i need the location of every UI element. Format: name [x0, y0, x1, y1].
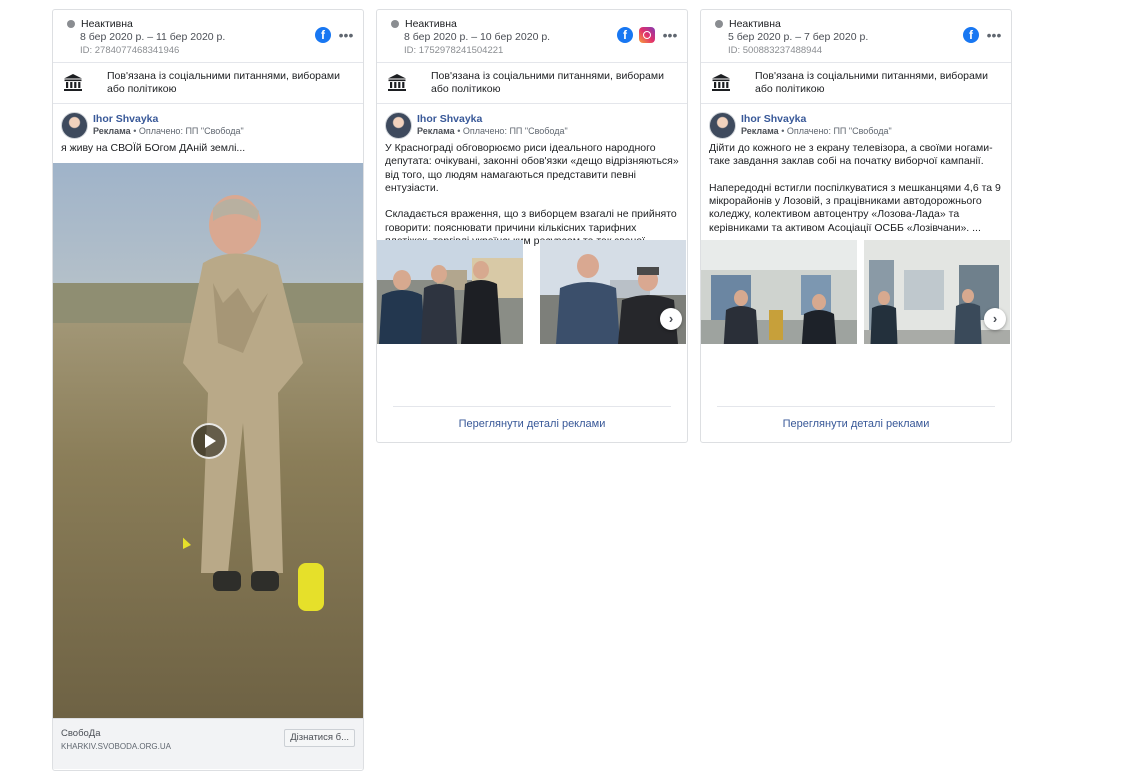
ad-dates: 8 бер 2020 р. – 10 бер 2020 р.	[404, 31, 551, 43]
avatar[interactable]	[61, 112, 88, 139]
ad-video[interactable]	[53, 163, 363, 718]
status-dot-icon	[391, 20, 399, 28]
ad-id: ID: 500883237488944	[728, 45, 823, 56]
status-dot-icon	[67, 20, 75, 28]
ad-sponsor: Реклама • Оплачено: ПП "Свобода"	[741, 126, 892, 136]
carousel-image[interactable]	[864, 240, 1010, 344]
ad-header: Неактивна 5 бер 2020 р. – 7 бер 2020 р. …	[701, 10, 1011, 63]
ad-author: Ihor Shvayka Реклама • Оплачено: ПП "Сво…	[701, 104, 1011, 142]
ad-card: Неактивна 8 бер 2020 р. – 10 бер 2020 р.…	[376, 9, 688, 443]
ad-sponsor: Реклама • Оплачено: ПП "Свобода"	[417, 126, 568, 136]
carousel-image[interactable]	[540, 240, 686, 344]
page-name[interactable]: Ihor Shvayka	[741, 113, 806, 125]
video-thumbnail	[183, 195, 324, 611]
carousel-image[interactable]	[701, 240, 857, 344]
political-notice: Пов'язана із соціальними питаннями, вибо…	[377, 63, 687, 104]
ad-card: Неактивна 8 бер 2020 р. – 11 бер 2020 р.…	[52, 9, 364, 771]
see-ad-details-link[interactable]: Переглянути деталі реклами	[377, 418, 687, 430]
ad-author: Ihor Shvayka Реклама • Оплачено: ПП "Сво…	[53, 104, 363, 142]
chevron-right-icon[interactable]: ›	[660, 308, 682, 330]
more-icon[interactable]: •••	[661, 28, 679, 42]
ad-dates: 5 бер 2020 р. – 7 бер 2020 р.	[728, 31, 869, 43]
ad-author: Ihor Shvayka Реклама • Оплачено: ПП "Сво…	[377, 104, 687, 142]
page-name[interactable]: Ihor Shvayka	[417, 113, 482, 125]
status: Неактивна	[67, 18, 133, 30]
link-title: СвобоДа	[61, 728, 101, 739]
political-notice: Пов'язана із соціальними питаннями, вибо…	[701, 63, 1011, 104]
facebook-icon: f	[315, 27, 331, 43]
government-building-icon	[387, 73, 407, 93]
learn-more-button[interactable]: Дізнатися б...	[284, 729, 355, 747]
link-url: KHARKIV.SVOBODA.ORG.UA	[61, 742, 171, 751]
ad-id: ID: 1752978241504221	[404, 45, 504, 56]
divider	[717, 406, 995, 407]
divider	[393, 406, 671, 407]
status: Неактивна	[715, 18, 781, 30]
image-carousel[interactable]: ›	[377, 240, 687, 344]
avatar[interactable]	[709, 112, 736, 139]
political-notice: Пов'язана із соціальними питаннями, вибо…	[53, 63, 363, 104]
status-dot-icon	[715, 20, 723, 28]
instagram-icon	[639, 27, 655, 43]
ad-id: ID: 2784077468341946	[80, 45, 180, 56]
government-building-icon	[63, 73, 83, 93]
avatar[interactable]	[385, 112, 412, 139]
play-icon[interactable]	[191, 423, 227, 459]
facebook-icon: f	[617, 27, 633, 43]
chevron-right-icon[interactable]: ›	[984, 308, 1006, 330]
more-icon[interactable]: •••	[985, 28, 1003, 42]
ad-header: Неактивна 8 бер 2020 р. – 10 бер 2020 р.…	[377, 10, 687, 63]
ad-card: Неактивна 5 бер 2020 р. – 7 бер 2020 р. …	[700, 9, 1012, 443]
ad-dates: 8 бер 2020 р. – 11 бер 2020 р.	[80, 31, 226, 43]
ad-text: я живу на СВОЇй БОгом ДАній землі...	[61, 142, 246, 154]
ad-sponsor: Реклама • Оплачено: ПП "Свобода"	[93, 126, 244, 136]
call-to-action: СвобоДа KHARKIV.SVOBODA.ORG.UA Дізнатися…	[53, 718, 363, 769]
image-carousel[interactable]: ›	[701, 240, 1011, 344]
status: Неактивна	[391, 18, 457, 30]
facebook-icon: f	[963, 27, 979, 43]
government-building-icon	[711, 73, 731, 93]
see-ad-details-link[interactable]: Переглянути деталі реклами	[701, 418, 1011, 430]
ad-header: Неактивна 8 бер 2020 р. – 11 бер 2020 р.…	[53, 10, 363, 63]
page-name[interactable]: Ihor Shvayka	[93, 113, 158, 125]
ad-text: Дійти до кожного не з екрану телевізора,…	[709, 142, 1001, 234]
carousel-image[interactable]	[377, 240, 523, 344]
more-icon[interactable]: •••	[337, 28, 355, 42]
